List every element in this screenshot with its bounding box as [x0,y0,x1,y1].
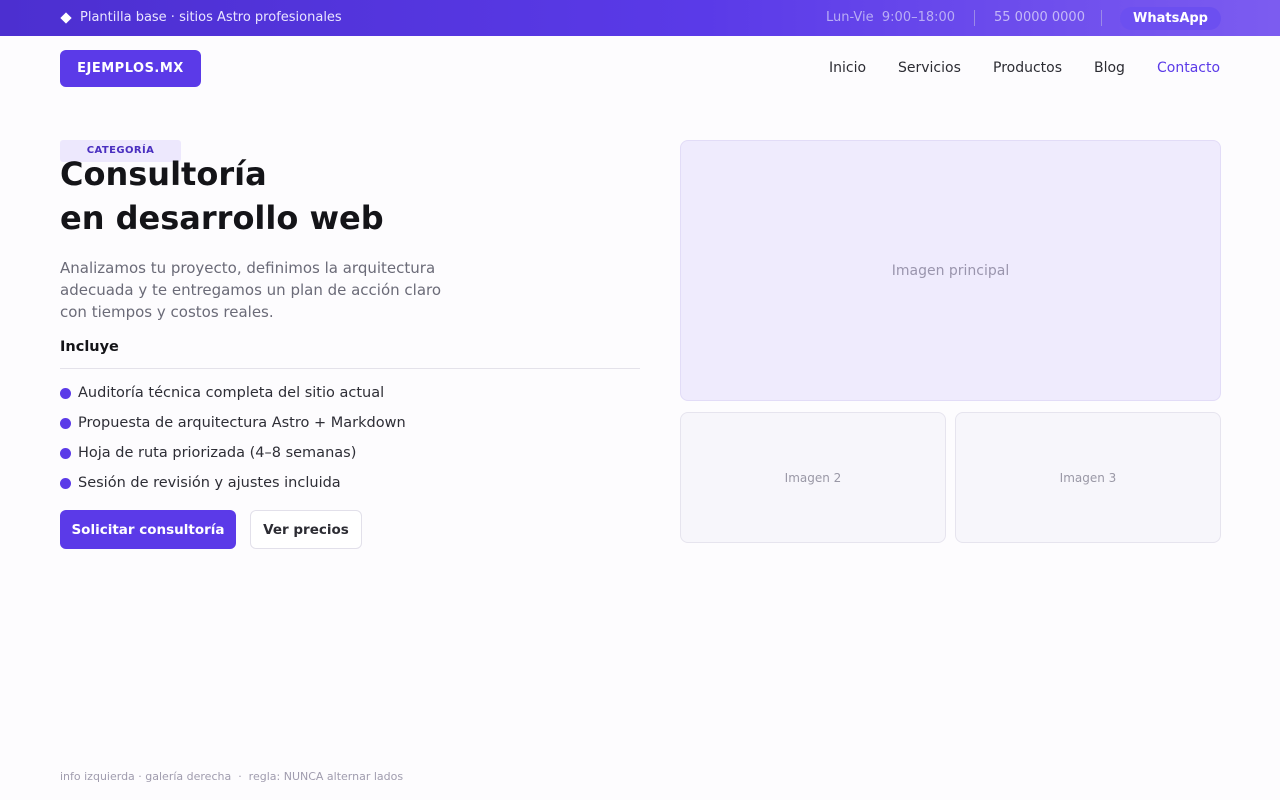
bullet-dot-icon [60,387,71,399]
title-line-2: en desarrollo web [60,199,384,237]
image-3-label: Imagen 3 [1059,470,1117,485]
view-prices-button[interactable]: Ver precios [250,510,362,549]
phone-number[interactable]: 55 0000 0000 [994,10,1085,25]
bullet-dot-icon [60,417,71,429]
main-image-placeholder[interactable]: Imagen principal [680,140,1221,401]
main-image-label: Imagen principal [891,262,1010,279]
list-item: Auditoría técnica completa del sitio act… [60,378,406,408]
diamond-icon [60,11,72,24]
top-bar: Plantilla base · sitios Astro profesiona… [0,0,1280,36]
feature-text: Auditoría técnica completa del sitio act… [78,385,385,401]
list-item: Hoja de ruta priorizada (4–8 semanas) [60,438,406,468]
includes-heading: Incluye [60,339,119,355]
image-2-placeholder[interactable]: Imagen 2 [680,412,946,543]
image-2-label: Imagen 2 [784,470,842,485]
image-3-placeholder[interactable]: Imagen 3 [955,412,1221,543]
site-logo[interactable]: EJEMPLOS.MX [60,50,201,87]
bullet-dot-icon [60,447,71,459]
nav-item-inicio[interactable]: Inicio [829,60,866,76]
service-description: Analizamos tu proyecto, definimos la arq… [60,259,442,321]
list-item: Sesión de revisión y ajustes incluida [60,468,406,498]
page-title: Consultoría en desarrollo web [60,152,384,240]
bullet-dot-icon [60,477,71,489]
nav-item-servicios[interactable]: Servicios [898,60,961,76]
nav-item-productos[interactable]: Productos [993,60,1062,76]
list-item: Propuesta de arquitectura Astro + Markdo… [60,408,406,438]
feature-text: Sesión de revisión y ajustes incluida [78,475,341,491]
section-divider [60,368,640,369]
layout-footnote: info izquierda · galería derecha · regla… [60,770,404,783]
whatsapp-button[interactable]: WhatsApp [1120,7,1221,30]
request-consulting-button[interactable]: Solicitar consultoría [60,510,236,549]
topbar-divider [974,10,975,26]
topbar-brand: Plantilla base · sitios Astro profesiona… [60,10,342,25]
title-line-1: Consultoría [60,155,267,193]
business-hours: Lun-Vie 9:00–18:00 [826,10,956,25]
nav-item-blog[interactable]: Blog [1094,60,1125,76]
topbar-divider [1101,10,1102,26]
feature-text: Hoja de ruta priorizada (4–8 semanas) [78,445,357,461]
features-list: Auditoría técnica completa del sitio act… [60,378,406,498]
nav-item-contacto[interactable]: Contacto [1157,60,1220,76]
topbar-brand-text: Plantilla base · sitios Astro profesiona… [80,10,342,25]
feature-text: Propuesta de arquitectura Astro + Markdo… [78,415,406,431]
